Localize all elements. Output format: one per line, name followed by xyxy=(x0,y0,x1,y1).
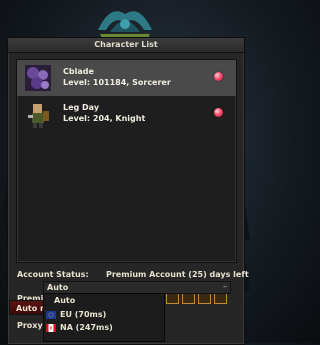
character-info: Level: 101184, Sorcerer xyxy=(63,78,171,87)
character-row-cblade[interactable]: Cblade Level: 101184, Sorcerer xyxy=(17,60,236,96)
proxy-label: Proxy: xyxy=(17,321,46,330)
character-name: Cblade xyxy=(63,67,94,76)
proxy-dropdown: Auto EU (70ms) NA (247ms) xyxy=(43,293,165,342)
character-row-leg-day[interactable]: Leg Day Level: 204, Knight xyxy=(17,96,236,132)
canada-flag-icon xyxy=(46,324,56,332)
account-status-value: Premium Account (25) days left xyxy=(106,270,249,279)
proxy-option-label: Auto xyxy=(54,296,76,305)
character-portrait-icon xyxy=(28,104,49,128)
proxy-option-label: EU (70ms) xyxy=(60,310,107,319)
character-info: Level: 204, Knight xyxy=(63,114,146,123)
window-title: Character List xyxy=(8,38,244,53)
status-dot-icon xyxy=(214,72,223,81)
eu-flag-icon xyxy=(46,311,56,319)
character-name: Leg Day xyxy=(63,103,100,112)
proxy-option-label: NA (247ms) xyxy=(60,323,113,332)
proxy-selected-value: Auto xyxy=(47,283,69,292)
character-portrait-icon xyxy=(25,65,51,91)
chevron-down-icon: – xyxy=(223,282,227,291)
ornament-icon xyxy=(98,11,152,38)
character-list: Cblade Level: 101184, Sorcerer Leg Day L… xyxy=(16,59,237,263)
account-status-label: Account Status: xyxy=(17,270,89,279)
status-dot-icon xyxy=(214,108,223,117)
